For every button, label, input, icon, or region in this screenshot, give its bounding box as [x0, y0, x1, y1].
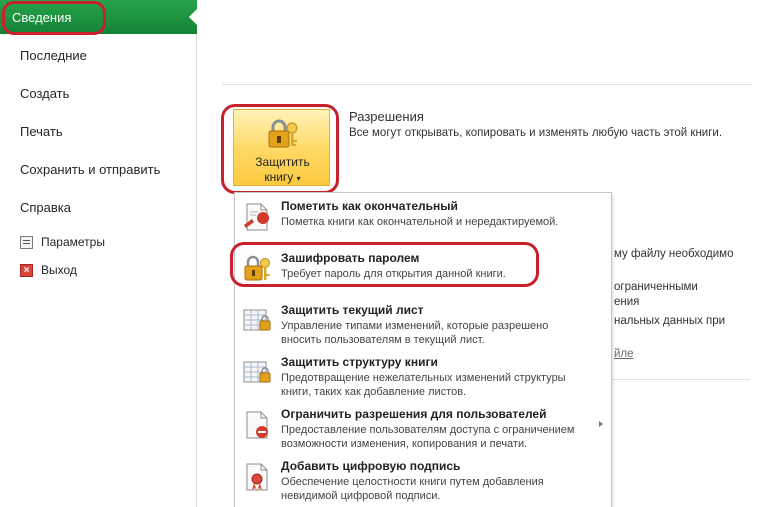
- menu-item-desc: Обеспечение целостности книги путем доба…: [281, 476, 544, 502]
- protect-sheet-icon: [243, 309, 271, 331]
- menu-item-title: Ограничить разрешения для пользователей: [281, 407, 547, 421]
- exit-icon: ×: [20, 263, 33, 277]
- menu-item-title: Защитить текущий лист: [281, 303, 424, 317]
- nav-item-print[interactable]: Печать: [20, 124, 63, 139]
- nav-item-options-label: Параметры: [41, 235, 105, 249]
- background-text-4: нальных данных при: [614, 315, 726, 327]
- nav-item-save-send[interactable]: Сохранить и отправить: [20, 162, 160, 177]
- section-divider-2: [610, 379, 750, 380]
- protect-structure-icon: [243, 361, 271, 383]
- info-highlight-ring: [2, 1, 106, 35]
- digital-signature-icon: [246, 463, 268, 491]
- permissions-title: Разрешения: [349, 109, 424, 124]
- menu-item-desc: Пометка книги как окончательной и нереда…: [281, 216, 559, 228]
- section-divider: [222, 84, 752, 85]
- nav-item-options[interactable]: Параметры: [20, 235, 105, 249]
- options-icon: [20, 235, 33, 249]
- restrict-permission-icon: [246, 411, 268, 439]
- permissions-description: Все могут открывать, копировать и изменя…: [349, 127, 723, 139]
- nav-item-exit-label: Выход: [41, 263, 77, 277]
- background-text-1: му файлу необходимо: [614, 248, 734, 260]
- background-text-2: ограниченными: [614, 281, 698, 293]
- nav-item-exit[interactable]: × Выход: [20, 263, 77, 277]
- mark-final-icon: [244, 203, 269, 231]
- nav-item-new[interactable]: Создать: [20, 86, 69, 101]
- submenu-arrow-icon: [599, 421, 603, 427]
- menu-item-title: Пометить как окончательный: [281, 199, 458, 213]
- nav-item-help[interactable]: Справка: [20, 200, 71, 215]
- nav-item-recent[interactable]: Последние: [20, 48, 87, 63]
- active-indicator: [189, 9, 197, 25]
- protect-highlight-ring: [221, 104, 339, 194]
- menu-item-title: Добавить цифровую подпись: [281, 459, 461, 473]
- menu-item-desc: Управление типами изменений, которые раз…: [281, 320, 549, 346]
- backstage-nav: Сведения Последние Создать Печать Сохран…: [0, 0, 197, 507]
- menu-item-desc: Предоставление пользователям доступа с о…: [281, 424, 575, 450]
- menu-item-desc: Предотвращение нежелательных изменений с…: [281, 372, 566, 398]
- menu-item-title: Защитить структуру книги: [281, 355, 438, 369]
- encrypt-highlight-ring: [230, 242, 539, 287]
- background-link[interactable]: йле: [614, 348, 634, 360]
- protect-workbook-menu: Пометить как окончательный Пометка книги…: [234, 192, 612, 507]
- background-text-3: ения: [614, 296, 640, 308]
